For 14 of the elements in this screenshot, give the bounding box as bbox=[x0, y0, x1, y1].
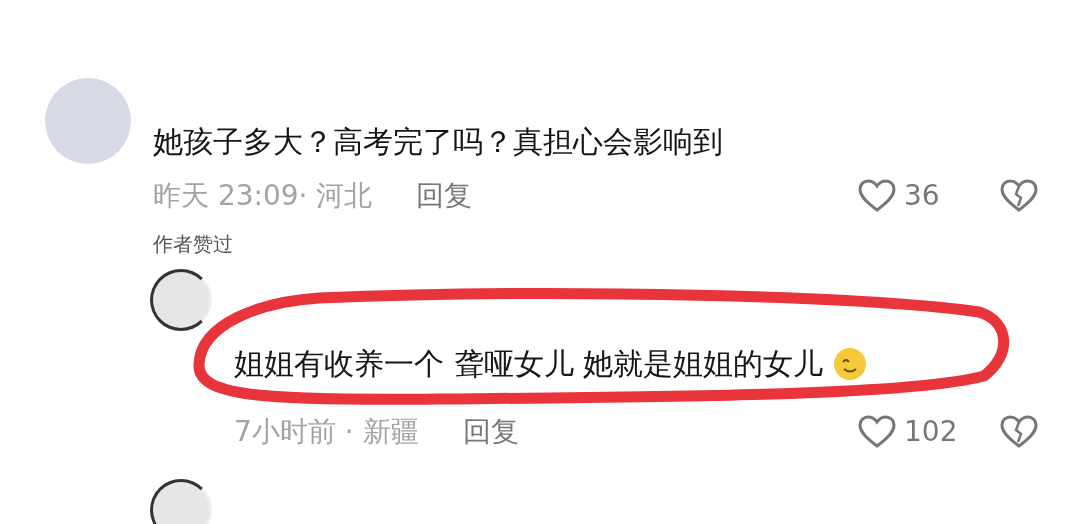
comment-meta: 7小时前 · 新疆 bbox=[234, 414, 419, 450]
broken-heart-icon[interactable] bbox=[1000, 179, 1038, 213]
author-liked-label: 作者赞过 bbox=[153, 231, 233, 258]
comment-meta: 昨天 23:09· 河北 bbox=[153, 178, 373, 214]
comment-text: 姐姐有收养一个 聋哑女儿 她就是姐姐的女儿 bbox=[234, 345, 824, 383]
comment-text: 她孩子多大？高考完了吗？真担心会影响到 bbox=[153, 123, 723, 161]
reply-link[interactable]: 回复 bbox=[416, 175, 473, 217]
avatar[interactable] bbox=[150, 479, 212, 524]
heart-icon[interactable] bbox=[858, 179, 896, 213]
like-count: 102 bbox=[904, 414, 959, 450]
heart-icon[interactable] bbox=[858, 415, 896, 449]
reply-link[interactable]: 回复 bbox=[462, 411, 519, 453]
like-count: 36 bbox=[904, 178, 941, 214]
broken-heart-icon[interactable] bbox=[1000, 415, 1038, 449]
